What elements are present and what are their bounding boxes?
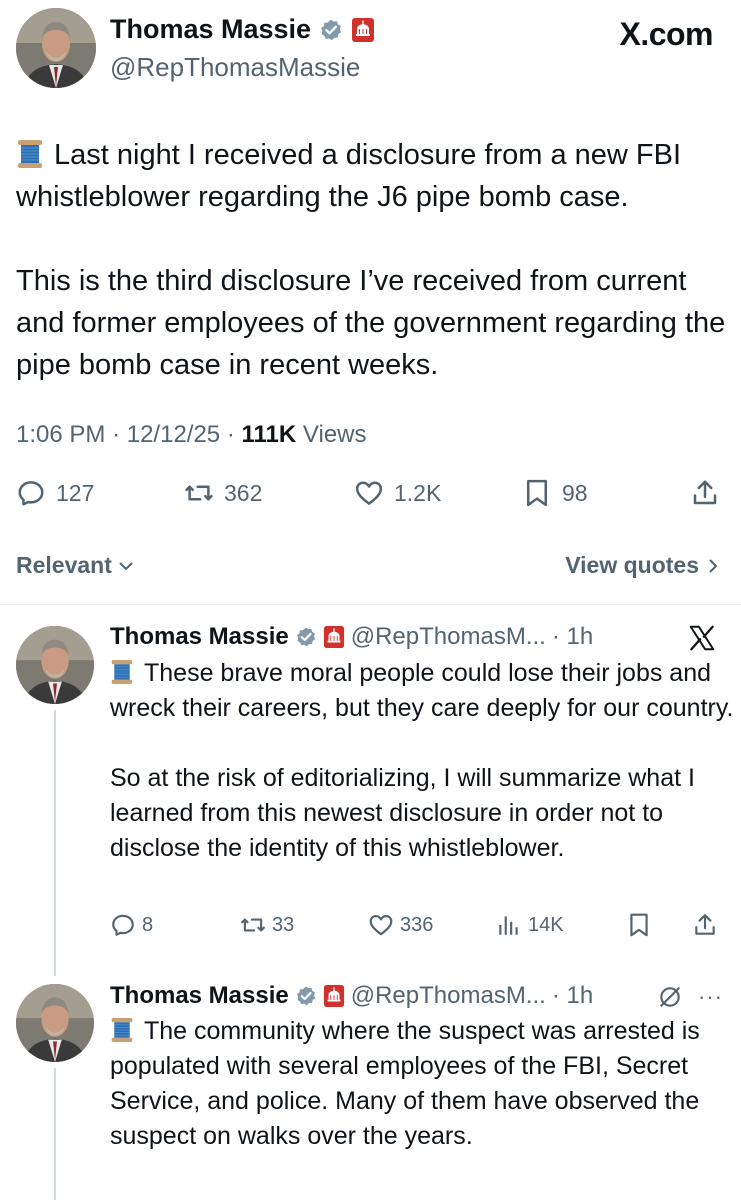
repost-button[interactable]: 33 [240, 912, 294, 938]
share-icon [690, 478, 720, 508]
sort-dropdown[interactable]: Relevant [16, 552, 136, 579]
like-button[interactable]: 1.2K [354, 478, 441, 508]
author-name[interactable]: Thomas Massie [110, 14, 311, 45]
reply-icon [110, 912, 136, 938]
share-button[interactable] [690, 478, 720, 508]
verified-icon [295, 985, 317, 1007]
share-button[interactable] [692, 912, 718, 938]
reply-age[interactable]: · 1h [552, 623, 593, 651]
author-name-row[interactable]: Thomas Massie [110, 14, 375, 45]
reply-button[interactable]: 8 [110, 912, 153, 938]
bookmark-icon [626, 912, 652, 938]
thread-line [54, 710, 56, 976]
reply-author-handle[interactable]: @RepThomasM... [351, 623, 546, 651]
reply-icon [16, 478, 46, 508]
tweet-date[interactable]: 12/12/25 [127, 421, 220, 448]
reply-button[interactable]: 127 [16, 478, 94, 508]
x-logo-icon [689, 625, 715, 651]
spool-emoji-icon [110, 1017, 134, 1043]
gop-flag-icon [323, 984, 345, 1008]
reply-paragraph: These brave moral people could lose thei… [110, 659, 734, 722]
reply-author-handle[interactable]: @RepThomasM... [351, 982, 546, 1010]
views-button[interactable]: 14K [496, 912, 564, 938]
tweet-meta: 1:06 PM · 12/12/25 · 111K Views [16, 421, 367, 448]
repost-icon [184, 478, 214, 508]
thread-line [54, 1068, 56, 1200]
reply-avatar[interactable] [16, 626, 94, 704]
bookmark-button[interactable] [626, 912, 652, 938]
reply-text: The community where the suspect was arre… [110, 1014, 735, 1189]
more-options-button[interactable]: ··· [698, 984, 723, 1010]
reply-text: These brave moral people could lose thei… [110, 656, 735, 901]
repost-button[interactable]: 362 [184, 478, 262, 508]
gop-flag-icon [323, 625, 345, 649]
reply-paragraph: The community where the suspect was arre… [110, 1017, 700, 1150]
verified-icon [295, 626, 317, 648]
like-icon [354, 478, 384, 508]
author-avatar[interactable] [16, 8, 96, 88]
share-icon [692, 912, 718, 938]
views-icon [496, 912, 522, 938]
tweet-paragraph: This is the third disclosure I’ve receiv… [16, 265, 726, 381]
divider [0, 604, 741, 605]
grok-icon[interactable] [657, 984, 683, 1010]
views-label: Views [302, 421, 367, 448]
spool-emoji-icon [110, 659, 134, 685]
chevron-down-icon [119, 561, 133, 570]
repost-icon [240, 912, 266, 938]
views-count: 111K [241, 421, 297, 448]
spool-emoji-icon [16, 139, 44, 169]
reply-age[interactable]: · 1h [552, 982, 593, 1010]
verified-icon [319, 18, 343, 42]
reply-avatar[interactable] [16, 984, 94, 1062]
chevron-right-icon [709, 558, 718, 573]
like-icon [368, 912, 394, 938]
reply-author-name[interactable]: Thomas Massie [110, 623, 289, 651]
author-handle[interactable]: @RepThomasMassie [110, 52, 360, 83]
reply-header: Thomas Massie @RepThomasM... · 1h [110, 982, 593, 1010]
bookmark-button[interactable]: 98 [522, 478, 588, 508]
like-button[interactable]: 336 [368, 912, 433, 938]
tweet-time[interactable]: 1:06 PM [16, 421, 105, 448]
tweet-paragraph: Last night I received a disclosure from … [16, 139, 682, 213]
gop-flag-icon [351, 17, 375, 43]
reply-paragraph: So at the risk of editorializing, I will… [110, 764, 695, 862]
view-quotes-link[interactable]: View quotes [565, 552, 721, 579]
brand-watermark: X.com [619, 16, 713, 52]
bookmark-icon [522, 478, 552, 508]
tweet-text: Last night I received a disclosure from … [16, 134, 728, 428]
reply-header: Thomas Massie @RepThomasM... · 1h [110, 623, 593, 651]
reply-author-name[interactable]: Thomas Massie [110, 982, 289, 1010]
